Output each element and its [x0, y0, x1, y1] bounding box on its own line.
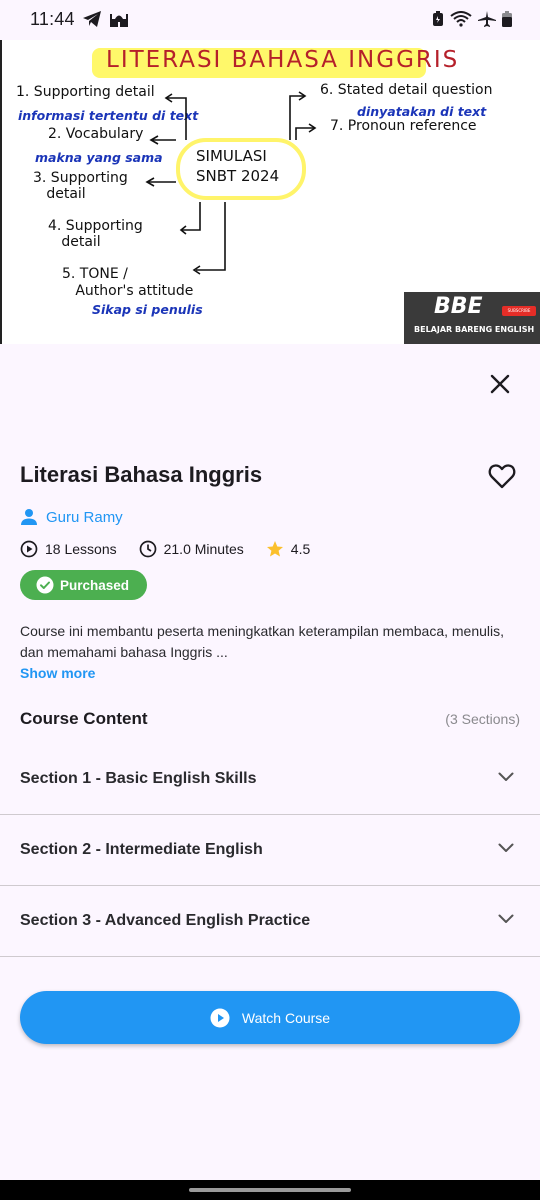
- status-time: 11:44: [30, 9, 75, 29]
- course-title: Literasi Bahasa Inggris: [20, 462, 263, 487]
- status-right-icons: [432, 11, 512, 27]
- section-row-1[interactable]: Section 1 - Basic English Skills: [0, 744, 540, 815]
- duration-text: 21.0 Minutes: [163, 541, 244, 557]
- section-label: Section 2 - Intermediate English: [20, 841, 263, 858]
- logo-text: BBE: [434, 294, 483, 319]
- mosque-icon: [110, 14, 128, 27]
- battery-saver-icon: [433, 11, 443, 26]
- rating-info: 4.5: [266, 540, 310, 558]
- author-name[interactable]: Guru Ramy: [46, 509, 123, 526]
- chevron-down-icon: [498, 843, 514, 852]
- course-description: Course ini membantu peserta meningkatkan…: [20, 623, 505, 660]
- airplane-icon: [478, 11, 496, 27]
- author-row[interactable]: Guru Ramy: [20, 508, 123, 526]
- section-label: Section 1 - Basic English Skills: [20, 770, 257, 787]
- telegram-icon: [83, 11, 101, 27]
- battery-icon: [502, 11, 512, 27]
- channel-logo: BBE SUBSCRIBE BELAJAR BARENG ENGLISH: [404, 292, 540, 344]
- show-more-link[interactable]: Show more: [20, 665, 95, 681]
- wifi-icon: [450, 11, 472, 27]
- logo-subtitle: BELAJAR BARENG ENGLISH: [414, 325, 535, 334]
- watch-course-label: Watch Course: [241, 1009, 331, 1026]
- chevron-down-icon: [498, 772, 514, 781]
- lessons-count: 18 Lessons: [45, 541, 117, 557]
- section-row-2[interactable]: Section 2 - Intermediate English: [0, 815, 540, 886]
- status-left-icons: [82, 10, 128, 28]
- badge-label: Purchased: [60, 577, 130, 593]
- favorite-button[interactable]: [488, 463, 516, 489]
- clock-icon: [139, 540, 156, 558]
- course-thumbnail: LITERASI BAHASA INGGRIS 1. Supporting de…: [0, 40, 540, 344]
- sections-count: (3 Sections): [445, 711, 520, 727]
- close-icon: [490, 374, 510, 394]
- home-handle[interactable]: [189, 1188, 351, 1192]
- play-circle-icon: [210, 1008, 230, 1027]
- duration-info: 21.0 Minutes: [139, 540, 244, 558]
- rating-value: 4.5: [290, 541, 311, 557]
- play-circle-icon: [20, 540, 38, 558]
- heart-icon: [488, 464, 516, 489]
- person-icon: [21, 509, 37, 525]
- course-content-heading: Course Content: [20, 709, 148, 728]
- system-nav-bar: [0, 1180, 540, 1200]
- chevron-down-icon: [498, 914, 514, 923]
- lessons-info: 18 Lessons: [20, 540, 117, 558]
- subscribe-badge: SUBSCRIBE: [502, 306, 536, 316]
- watch-course-button[interactable]: Watch Course: [20, 991, 520, 1044]
- course-meta: 18 Lessons 21.0 Minutes 4.5: [20, 540, 332, 558]
- purchased-badge: Purchased: [20, 570, 147, 600]
- section-label: Section 3 - Advanced English Practice: [20, 912, 311, 929]
- section-row-3[interactable]: Section 3 - Advanced English Practice: [0, 886, 540, 957]
- star-icon: [266, 541, 283, 557]
- status-bar: 11:44: [0, 0, 540, 40]
- check-circle-icon: [36, 576, 54, 594]
- close-button[interactable]: [486, 370, 514, 398]
